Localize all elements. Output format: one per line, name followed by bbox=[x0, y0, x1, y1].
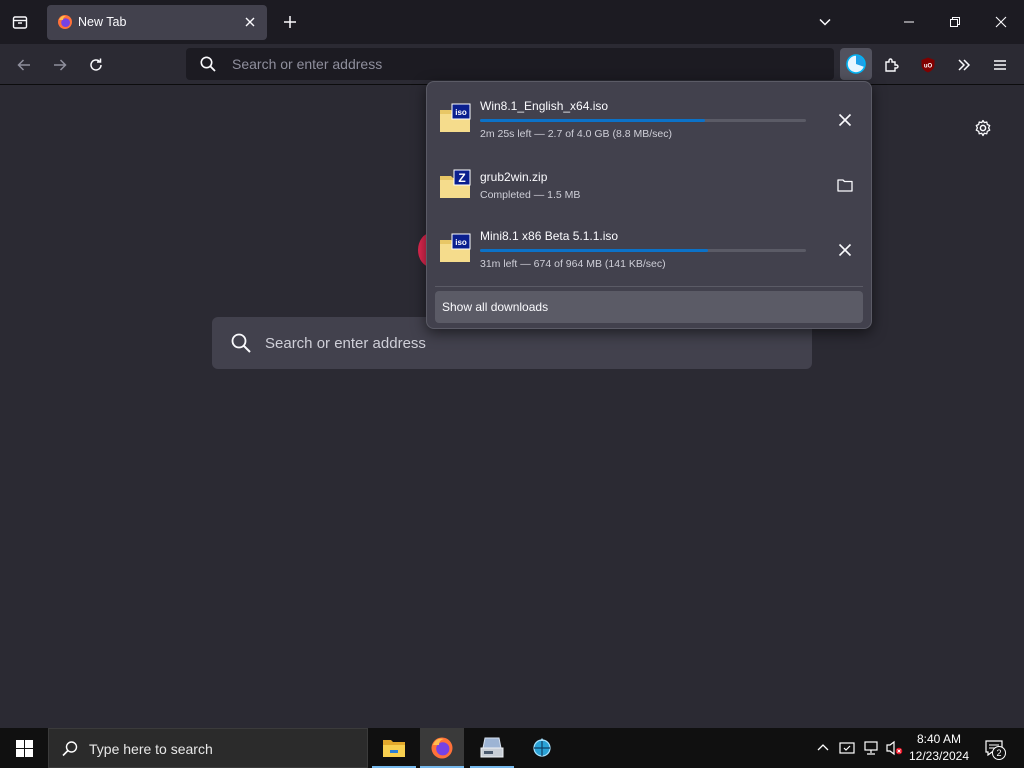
hamburger-menu-icon bbox=[994, 60, 1006, 70]
gear-icon bbox=[975, 119, 991, 137]
globe-app-icon bbox=[533, 738, 551, 757]
download-item[interactable]: iso Mini8.1 x86 Beta 5.1.1.iso 31m left … bbox=[435, 218, 863, 280]
more-tools-button[interactable] bbox=[949, 50, 979, 80]
forward-button[interactable] bbox=[45, 50, 75, 80]
taskbar-clock-time[interactable]: 8:40 AM bbox=[900, 732, 978, 746]
folder-icon bbox=[837, 179, 853, 192]
minimize-icon bbox=[904, 21, 914, 23]
tray-security[interactable] bbox=[837, 738, 857, 758]
newtab-search-input[interactable]: Search or enter address bbox=[265, 335, 426, 352]
download-filename: grub2win.zip bbox=[480, 170, 548, 184]
download-progress-bar bbox=[480, 119, 806, 122]
taskbar-search-box[interactable]: Type here to search bbox=[48, 728, 368, 768]
windows-taskbar: Type here to search 8:40 AM 12/23/2024 2 bbox=[0, 728, 1024, 768]
download-item[interactable]: Z grub2win.zip Completed — 1.5 MB bbox=[435, 154, 863, 216]
tray-network[interactable] bbox=[861, 738, 881, 758]
close-icon bbox=[838, 113, 852, 127]
cancel-download-button[interactable] bbox=[831, 106, 859, 134]
list-all-tabs-button[interactable] bbox=[813, 10, 837, 34]
app-menu-button[interactable] bbox=[985, 50, 1015, 80]
panel-divider bbox=[435, 286, 863, 287]
download-item[interactable]: iso Win8.1_English_x64.iso 2m 25s left —… bbox=[435, 88, 863, 150]
show-all-downloads-label: Show all downloads bbox=[442, 300, 549, 314]
download-progress-fill bbox=[480, 119, 705, 122]
close-window-button[interactable] bbox=[978, 0, 1024, 44]
windows-logo-icon bbox=[15, 739, 33, 757]
show-in-folder-button[interactable] bbox=[831, 171, 859, 199]
folder-icon bbox=[383, 740, 405, 757]
firefox-view-icon bbox=[12, 16, 28, 29]
download-status: Completed — 1.5 MB bbox=[480, 189, 581, 201]
downloads-button[interactable] bbox=[840, 48, 872, 80]
firefox-logo-icon bbox=[57, 14, 73, 30]
tab-new-tab[interactable]: New Tab bbox=[47, 5, 267, 40]
computer-drive-icon bbox=[480, 737, 504, 758]
cancel-download-button[interactable] bbox=[831, 236, 859, 264]
personalize-button[interactable] bbox=[970, 115, 996, 141]
extensions-button[interactable] bbox=[877, 50, 907, 80]
taskbar-clock-date[interactable]: 12/23/2024 bbox=[900, 749, 978, 763]
firefox-view-button[interactable] bbox=[6, 8, 34, 36]
file-badge: iso bbox=[455, 238, 467, 247]
search-icon bbox=[231, 333, 251, 353]
file-badge: Z bbox=[458, 171, 465, 185]
download-progress-bar bbox=[480, 249, 806, 252]
zip-file-icon: Z bbox=[440, 169, 471, 198]
tab-strip: New Tab bbox=[0, 0, 1024, 44]
downloads-panel: iso Win8.1_English_x64.iso 2m 25s left —… bbox=[426, 81, 872, 329]
chevron-down-icon bbox=[819, 18, 831, 26]
download-status: 2m 25s left — 2.7 of 4.0 GB (8.8 MB/sec) bbox=[480, 128, 672, 140]
search-icon bbox=[200, 56, 216, 72]
download-filename: Win8.1_English_x64.iso bbox=[480, 99, 609, 113]
new-tab-button[interactable] bbox=[278, 10, 302, 34]
taskbar-search-text[interactable]: Type here to search bbox=[89, 741, 213, 757]
notification-count-badge: 2 bbox=[992, 746, 1006, 760]
reload-button[interactable] bbox=[81, 50, 111, 80]
show-all-downloads-button[interactable]: Show all downloads bbox=[435, 291, 863, 323]
download-progress-icon bbox=[846, 54, 866, 74]
file-badge: iso bbox=[455, 108, 467, 117]
ublock-origin-button[interactable]: uO bbox=[913, 50, 943, 80]
tab-close-button[interactable] bbox=[241, 13, 259, 31]
start-button[interactable] bbox=[0, 728, 48, 768]
taskbar-firefox[interactable] bbox=[420, 728, 464, 768]
minimize-button[interactable] bbox=[886, 0, 932, 44]
address-bar[interactable]: Search or enter address bbox=[186, 48, 834, 80]
puzzle-piece-icon bbox=[885, 58, 899, 72]
chevron-double-right-icon bbox=[958, 59, 971, 71]
taskbar-app-drive[interactable] bbox=[470, 728, 514, 768]
iso-file-icon: iso bbox=[440, 103, 471, 132]
restore-icon bbox=[950, 17, 960, 27]
back-button[interactable] bbox=[9, 50, 39, 80]
taskbar-app-globe[interactable] bbox=[520, 728, 564, 768]
navigation-toolbar: Search or enter address uO bbox=[0, 44, 1024, 85]
arrow-left-icon bbox=[17, 59, 30, 71]
close-icon bbox=[838, 243, 852, 257]
reload-icon bbox=[90, 58, 102, 71]
tab-title: New Tab bbox=[78, 15, 127, 29]
close-icon bbox=[995, 16, 1007, 28]
iso-file-icon: iso bbox=[440, 233, 471, 262]
taskbar-file-explorer[interactable] bbox=[372, 728, 416, 768]
svg-text:uO: uO bbox=[924, 64, 933, 70]
arrow-right-icon bbox=[54, 59, 67, 71]
download-filename: Mini8.1 x86 Beta 5.1.1.iso bbox=[480, 229, 619, 243]
ublock-shield-icon: uO bbox=[921, 57, 935, 73]
address-input[interactable]: Search or enter address bbox=[232, 56, 382, 72]
search-icon bbox=[62, 741, 78, 757]
download-status: 31m left — 674 of 964 MB (141 KB/sec) bbox=[480, 258, 666, 270]
network-icon bbox=[864, 741, 878, 755]
firefox-logo-icon bbox=[431, 737, 453, 759]
chevron-up-icon bbox=[817, 744, 829, 751]
security-icon bbox=[839, 742, 855, 754]
plus-icon bbox=[284, 16, 296, 28]
show-hidden-icons-button[interactable] bbox=[813, 738, 833, 758]
restore-button[interactable] bbox=[932, 0, 978, 44]
download-progress-fill bbox=[480, 249, 709, 252]
close-icon bbox=[245, 17, 255, 27]
